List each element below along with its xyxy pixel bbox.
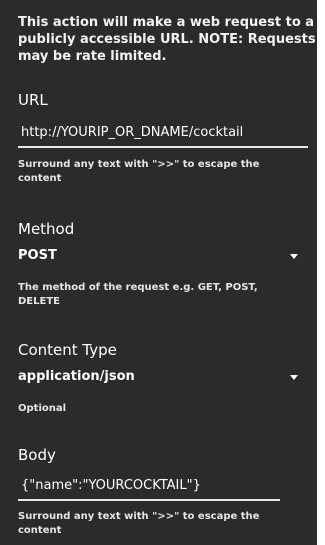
body-input-value: {"name":"YOURCOCKTAIL"}	[21, 478, 201, 493]
content-type-help-text: Optional	[18, 403, 67, 414]
method-section-title: Method	[18, 220, 75, 238]
url-input-value: http://YOURIP_OR_DNAME/cocktail	[21, 125, 244, 140]
body-section-title: Body	[18, 446, 56, 464]
chevron-down-icon	[290, 254, 298, 259]
body-input[interactable]: {"name":"YOURCOCKTAIL"}	[18, 477, 280, 501]
web-request-action-panel: This action will make a web request to a…	[0, 0, 325, 545]
body-help-text: Surround any text with ">>" to escape th…	[18, 511, 260, 536]
url-input[interactable]: http://YOURIP_OR_DNAME/cocktail	[18, 124, 308, 148]
method-selected-value: POST	[18, 248, 57, 263]
right-border	[317, 0, 325, 545]
method-select[interactable]: POST	[18, 246, 298, 268]
url-section-title: URL	[18, 91, 48, 109]
method-help-text: The method of the request e.g. GET, POST…	[18, 282, 258, 307]
content-type-selected-value: application/json	[18, 369, 135, 384]
url-help-text: Surround any text with ">>" to escape th…	[18, 159, 260, 184]
content-type-select[interactable]: application/json	[18, 367, 298, 389]
chevron-down-icon	[290, 375, 298, 380]
action-description: This action will make a web request to a…	[18, 15, 316, 64]
content-type-section-title: Content Type	[18, 341, 117, 359]
